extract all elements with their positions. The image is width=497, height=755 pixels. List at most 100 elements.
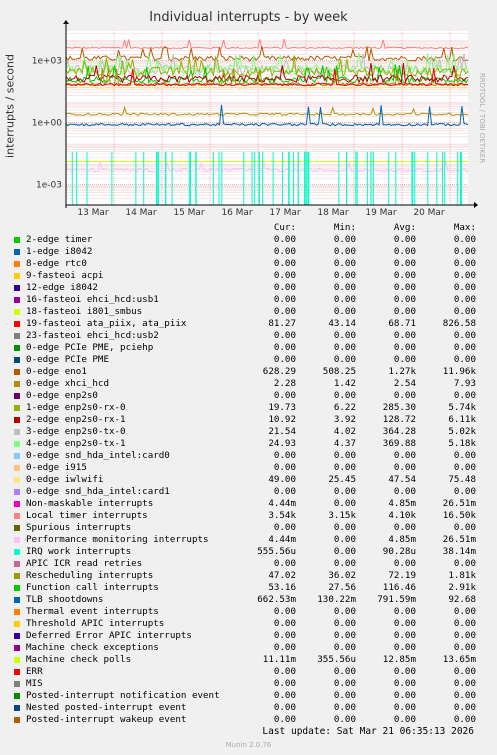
value-min: 0.00 xyxy=(333,294,356,305)
header-cur: Cur: xyxy=(273,222,296,233)
value-cur: 0.00 xyxy=(273,606,296,617)
series-name: 0-edge snd_hda_intel:card1 xyxy=(26,486,170,497)
value-avg: 0.00 xyxy=(393,702,416,713)
value-avg: 0.00 xyxy=(393,558,416,569)
legend-swatch xyxy=(14,489,20,495)
series-name: Function call interrupts xyxy=(26,582,159,593)
value-min: 0.00 xyxy=(333,630,356,641)
legend-swatch xyxy=(14,453,20,459)
series-name: Threshold APIC interrupts xyxy=(26,618,165,629)
header-min: Min: xyxy=(333,222,356,233)
series-name: Machine check exceptions xyxy=(26,642,159,653)
value-max: 0.00 xyxy=(453,690,476,701)
legend-row: 18-fasteoi i801_smbus 0.00 0.00 0.00 0.00 xyxy=(12,306,488,318)
value-max: 0.00 xyxy=(453,678,476,689)
value-max: 0.00 xyxy=(453,618,476,629)
value-avg: 0.00 xyxy=(393,642,416,653)
value-min: 508.25 xyxy=(322,366,356,377)
series-name: 0-edge snd_hda_intel:card0 xyxy=(26,450,170,461)
series-name: Posted-interrupt wakeup event xyxy=(26,714,187,725)
value-max: 0.00 xyxy=(453,306,476,317)
value-min: 0.00 xyxy=(333,690,356,701)
legend-swatch xyxy=(14,273,20,279)
value-avg: 116.46 xyxy=(382,582,416,593)
value-avg: 0.00 xyxy=(393,390,416,401)
value-cur: 0.00 xyxy=(273,522,296,533)
x-tick-label: 14 Mar xyxy=(125,208,157,218)
value-avg: 0.00 xyxy=(393,666,416,677)
value-cur: 0.00 xyxy=(273,714,296,725)
value-max: 7.93 xyxy=(453,378,476,389)
legend-row: 8-edge rtc0 0.00 0.00 0.00 0.00 xyxy=(12,258,488,270)
legend-row: ERR 0.00 0.00 0.00 0.00 xyxy=(12,666,488,678)
value-max: 0.00 xyxy=(453,450,476,461)
legend-row: Local timer interrupts 3.54k 3.15k 4.10k 16.… xyxy=(12,510,488,522)
value-min: 0.00 xyxy=(333,450,356,461)
legend-swatch xyxy=(14,357,20,363)
value-min: 0.00 xyxy=(333,354,356,365)
legend-swatch xyxy=(14,333,20,339)
value-min: 36.02 xyxy=(328,570,356,581)
legend-swatch xyxy=(14,417,20,423)
legend-row: Thermal event interrupts 0.00 0.00 0.00 0.00 xyxy=(12,606,488,618)
value-cur: 0.00 xyxy=(273,630,296,641)
value-max: 5.02k xyxy=(448,426,476,437)
value-avg: 0.00 xyxy=(393,450,416,461)
value-min: 0.00 xyxy=(333,234,356,245)
value-min: 4.37 xyxy=(333,438,356,449)
value-cur: 49.00 xyxy=(268,474,296,485)
series-name: Posted-interrupt notification event xyxy=(26,690,220,701)
value-avg: 0.00 xyxy=(393,690,416,701)
value-cur: 0.00 xyxy=(273,354,296,365)
value-avg: 0.00 xyxy=(393,234,416,245)
value-max: 13.65m xyxy=(442,654,476,665)
plot-background xyxy=(66,30,468,205)
x-tick-label: 16 Mar xyxy=(221,208,253,218)
legend-row: 2-edge enp2s0-rx-1 10.92 3.92 128.72 6.11k xyxy=(12,414,488,426)
value-avg: 90.28u xyxy=(382,546,416,557)
legend-row: Performance monitoring interrupts 4.44m 0.… xyxy=(12,534,488,546)
legend-swatch xyxy=(14,669,20,675)
series-name: 8-edge rtc0 xyxy=(26,258,87,269)
value-avg: 4.85m xyxy=(388,498,416,509)
x-tick-label: 17 Mar xyxy=(269,208,301,218)
header-max: Max: xyxy=(453,222,476,233)
value-avg: 0.00 xyxy=(393,630,416,641)
value-cur: 0.00 xyxy=(273,450,296,461)
series-name: 0-edge iwlwifi xyxy=(26,474,104,485)
legend-swatch xyxy=(14,705,20,711)
legend-table: Cur: Min: Avg: Max: 2-edge timer 0.00 0.00… xyxy=(12,222,488,726)
series-name: Rescheduling interrupts xyxy=(26,570,154,581)
value-min: 0.00 xyxy=(333,606,356,617)
legend-row: 9-fasteoi acpi 0.00 0.00 0.00 0.00 xyxy=(12,270,488,282)
legend-swatch xyxy=(14,297,20,303)
series-name: 0-edge PCIe PME, pciehp xyxy=(26,342,154,353)
value-min: 355.56u xyxy=(317,654,356,665)
value-min: 3.92 xyxy=(333,414,356,425)
series-name: 2-edge timer xyxy=(26,234,93,245)
series-name: Deferred Error APIC interrupts xyxy=(26,630,192,641)
value-avg: 0.00 xyxy=(393,306,416,317)
legend-swatch xyxy=(14,405,20,411)
legend-row: 0-edge snd_hda_intel:card0 0.00 0.00 0.00 0.… xyxy=(12,450,488,462)
legend-row: TLB shootdowns 662.53m 130.22m 791.59m 92.68 xyxy=(12,594,488,606)
series-name: 18-fasteoi i801_smbus xyxy=(26,306,143,317)
value-avg: 285.30 xyxy=(382,402,416,413)
value-avg: 128.72 xyxy=(382,414,416,425)
last-update: Last update: Sat Mar 21 06:35:13 2026 xyxy=(262,726,474,737)
value-cur: 47.02 xyxy=(268,570,296,581)
value-min: 0.00 xyxy=(333,642,356,653)
legend-row: 3-edge enp2s0-tx-0 21.54 4.02 364.28 5.02k xyxy=(12,426,488,438)
legend-row: 0-edge enp2s0 0.00 0.00 0.00 0.00 xyxy=(12,390,488,402)
value-cur: 0.00 xyxy=(273,390,296,401)
value-max: 6.11k xyxy=(448,414,476,425)
header-avg: Avg: xyxy=(393,222,416,233)
y-tick-label: 1e-03 xyxy=(36,180,62,190)
legend-swatch xyxy=(14,621,20,627)
value-cur: 0.00 xyxy=(273,258,296,269)
series-name: IRQ work interrupts xyxy=(26,546,132,557)
value-avg: 0.00 xyxy=(393,606,416,617)
value-avg: 0.00 xyxy=(393,678,416,689)
value-avg: 1.27k xyxy=(388,366,416,377)
value-max: 0.00 xyxy=(453,282,476,293)
